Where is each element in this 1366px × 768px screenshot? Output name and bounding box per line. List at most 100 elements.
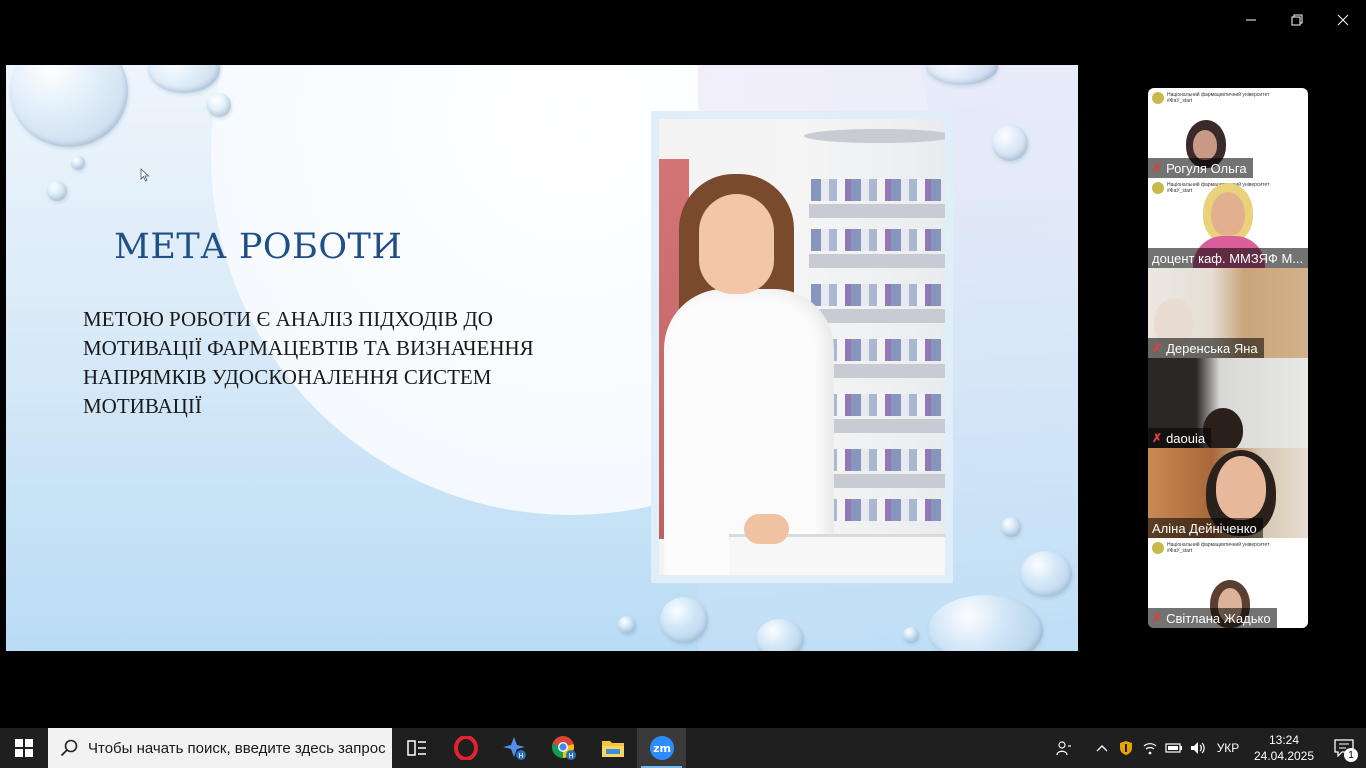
show-hidden-icons-button[interactable] xyxy=(1090,728,1114,768)
water-drop xyxy=(618,616,636,634)
minimize-button[interactable] xyxy=(1228,0,1274,40)
org-tag: #ФаУ_start xyxy=(1167,548,1193,554)
input-language[interactable]: УКР xyxy=(1210,728,1246,768)
zoom-icon: zm xyxy=(649,736,674,760)
battery-button[interactable] xyxy=(1162,728,1186,768)
water-drop xyxy=(71,156,85,170)
svg-text:zm: zm xyxy=(653,742,671,755)
participant-tile[interactable]: Національний фармацевтичний університет#… xyxy=(1148,88,1308,178)
water-drop xyxy=(756,619,804,651)
water-drop xyxy=(1001,517,1021,537)
mic-muted-icon: ✗ xyxy=(1152,611,1163,625)
slide-body-text: МЕТОЮ РОБОТИ Є АНАЛІЗ ПІДХОДІВ ДО МОТИВА… xyxy=(83,307,534,418)
system-tray: УКР 13:24 24.04.2025 1 xyxy=(1052,728,1366,768)
photo-boxes xyxy=(811,229,945,251)
participant-name-label: ✗ Деренська Яна xyxy=(1148,338,1264,358)
file-explorer-button[interactable] xyxy=(588,728,637,768)
participant-name: доцент каф. ММЗЯФ М... xyxy=(1152,250,1304,266)
participant-tile[interactable]: Національний фармацевтичний університет#… xyxy=(1148,538,1308,628)
svg-text:H: H xyxy=(568,752,573,760)
opera-button[interactable] xyxy=(441,728,490,768)
water-drop xyxy=(47,181,67,201)
copilot-icon: H xyxy=(502,737,526,760)
people-icon xyxy=(1056,741,1071,756)
slide-title: МЕТА РОБОТИ xyxy=(114,227,403,267)
svg-text:H: H xyxy=(518,752,523,760)
clock-time: 13:24 xyxy=(1268,733,1300,747)
water-drop xyxy=(148,65,220,93)
water-drop xyxy=(903,627,919,643)
clock-date: 24.04.2025 xyxy=(1253,749,1315,763)
pharmacist-face xyxy=(699,194,774,294)
pharmacist-hand xyxy=(744,514,789,544)
participant-face xyxy=(1193,130,1217,160)
taskbar: Чтобы начать поиск, введите здесь запрос… xyxy=(0,728,1366,768)
shield-icon xyxy=(1120,741,1132,755)
volume-button[interactable] xyxy=(1186,728,1210,768)
people-button[interactable] xyxy=(1052,728,1076,768)
network-button[interactable] xyxy=(1138,728,1162,768)
participant-name-label: Аліна Дейніченко xyxy=(1148,518,1263,538)
action-center-button[interactable]: 1 xyxy=(1322,728,1366,768)
participant-tile[interactable]: ✗ daouia xyxy=(1148,358,1308,448)
taskbar-search-box[interactable]: Чтобы начать поиск, введите здесь запрос xyxy=(48,728,392,768)
mic-muted-icon: ✗ xyxy=(1152,431,1163,445)
water-drop xyxy=(992,125,1028,161)
photo-boxes xyxy=(811,179,945,201)
university-logo-icon xyxy=(1152,182,1164,194)
task-view-button[interactable] xyxy=(392,728,441,768)
water-drop xyxy=(1020,551,1072,597)
battery-icon xyxy=(1165,743,1182,753)
pharmacist-photo xyxy=(659,119,945,575)
participant-face xyxy=(1211,192,1245,236)
org-tag: #ФаУ_start xyxy=(1167,188,1193,194)
participant-name-label: ✗ daouia xyxy=(1148,428,1212,448)
restore-icon xyxy=(1291,14,1303,26)
participant-name: Світлана Жадько xyxy=(1166,610,1271,626)
participant-tile[interactable]: Національний фармацевтичний університет#… xyxy=(1148,178,1308,268)
participant-face xyxy=(1216,456,1266,520)
photo-shelf xyxy=(804,129,945,143)
participant-name: Аліна Дейніченко xyxy=(1152,520,1257,536)
chrome-button[interactable]: H xyxy=(539,728,588,768)
speaker-icon xyxy=(1191,742,1205,754)
folder-icon xyxy=(601,741,624,757)
org-tag: #ФаУ_start xyxy=(1167,98,1193,104)
participant-name-label: ✗ Світлана Жадько xyxy=(1148,608,1277,628)
zoom-button[interactable]: zm xyxy=(637,728,686,768)
photo-shelf xyxy=(809,254,945,268)
window-controls xyxy=(1228,0,1366,40)
wifi-icon xyxy=(1143,743,1157,755)
university-logo-icon xyxy=(1152,542,1164,554)
security-button[interactable] xyxy=(1114,728,1138,768)
restore-button[interactable] xyxy=(1274,0,1320,40)
participant-name: Рогуля Ольга xyxy=(1166,160,1247,176)
participant-tile-active-speaker[interactable]: Аліна Дейніченко xyxy=(1148,448,1308,538)
participant-name-label: ✗ Рогуля Ольга xyxy=(1148,158,1253,178)
windows-logo-icon xyxy=(15,739,33,757)
start-button[interactable] xyxy=(0,728,48,768)
participant-name: Деренська Яна xyxy=(1166,340,1258,356)
photo-shelf xyxy=(809,204,945,218)
mic-muted-icon: ✗ xyxy=(1152,341,1163,355)
close-button[interactable] xyxy=(1320,0,1366,40)
org-caption: Національний фармацевтичний університет#… xyxy=(1167,542,1269,554)
org-caption: Національний фармацевтичний університет#… xyxy=(1167,92,1269,104)
photo-shelf xyxy=(809,309,945,323)
water-drop xyxy=(660,597,708,643)
minimize-icon xyxy=(1246,19,1256,21)
shared-slide: МЕТА РОБОТИ МЕТОЮ РОБОТИ Є АНАЛІЗ ПІДХОД… xyxy=(6,65,1078,651)
university-logo-icon xyxy=(1152,92,1164,104)
search-icon xyxy=(60,739,78,757)
search-placeholder: Чтобы начать поиск, введите здесь запрос xyxy=(88,739,386,757)
participants-panel: Національний фармацевтичний університет #… xyxy=(1148,88,1308,628)
participant-tile[interactable]: ✗ Деренська Яна xyxy=(1148,268,1308,358)
pharmacist-photo-frame xyxy=(651,111,953,583)
participant-name-label: доцент каф. ММЗЯФ М... xyxy=(1148,248,1308,268)
participant-name: daouia xyxy=(1166,430,1206,446)
water-drop xyxy=(207,93,231,117)
task-view-icon xyxy=(406,740,426,756)
notification-count: 1 xyxy=(1344,748,1358,762)
clock[interactable]: 13:24 24.04.2025 xyxy=(1246,732,1322,764)
copilot-button[interactable]: H xyxy=(490,728,539,768)
